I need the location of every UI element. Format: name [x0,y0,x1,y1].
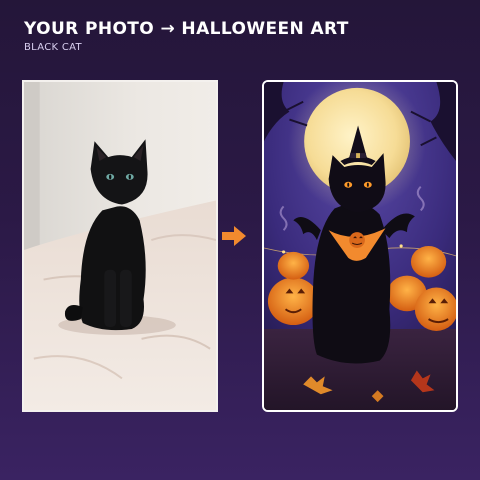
halloween-art-image [264,82,456,410]
halloween-art [262,80,458,412]
page-title: YOUR PHOTO → HALLOWEEN ART [24,19,349,39]
header: YOUR PHOTO → HALLOWEEN ART BLACK CAT [24,18,464,53]
arrow-right-icon [220,224,248,248]
original-photo [22,80,218,412]
page-subtitle: BLACK CAT [24,42,82,53]
original-photo-image [24,82,216,410]
